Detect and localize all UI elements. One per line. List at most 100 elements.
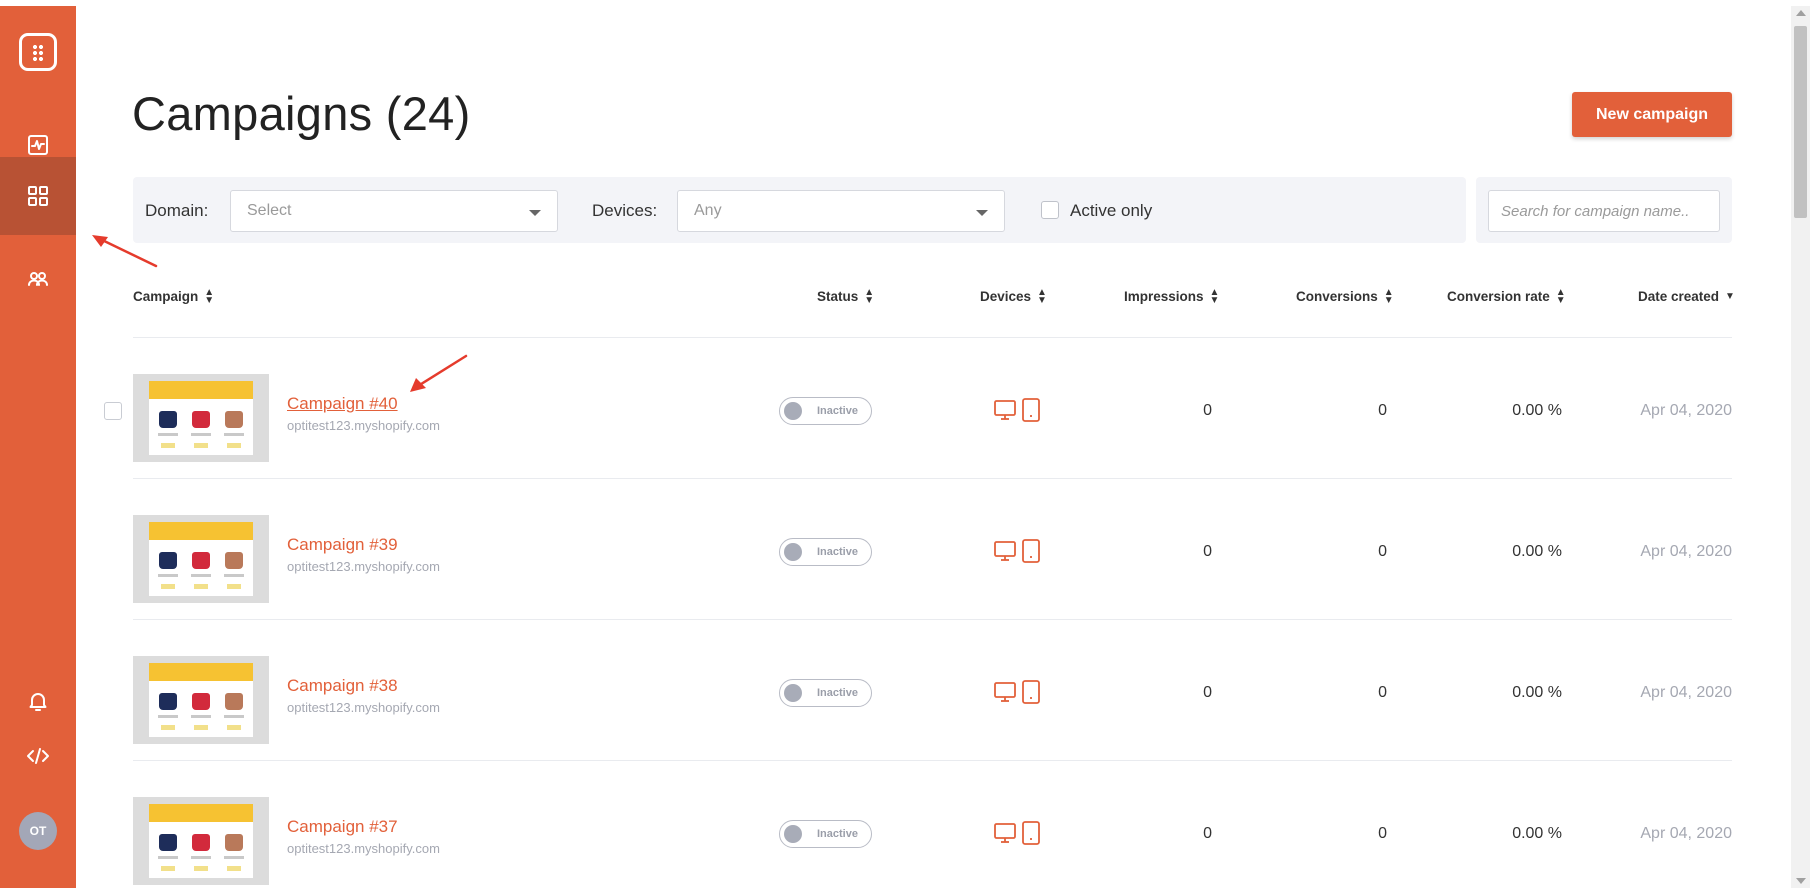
thumbnail-line [158, 856, 178, 859]
column-header-conversions[interactable]: Conversions ▲ ▼ [1296, 287, 1394, 307]
conversion-rate-value: 0.00 % [1512, 825, 1562, 842]
app-logo[interactable] [19, 33, 57, 71]
campaign-thumbnail[interactable] [133, 374, 269, 462]
search-input[interactable] [1488, 190, 1720, 232]
devices-select[interactable]: Any [677, 190, 1005, 232]
thumbnail-preview [149, 804, 253, 878]
scroll-down-arrow-icon[interactable] [1796, 878, 1806, 884]
annotation-arrow [410, 354, 468, 392]
date-created-value: Apr 04, 2020 [1640, 402, 1732, 419]
conversion-rate-value: 0.00 % [1512, 684, 1562, 701]
active-only-label[interactable]: Active only [1070, 201, 1152, 221]
desktop-icon [994, 400, 1016, 420]
chevron-down-icon [976, 210, 988, 216]
column-header-label: Impressions [1124, 289, 1204, 304]
toggle-knob [784, 543, 802, 561]
table-row[interactable]: Campaign #38 optitest123.myshopify.com I… [0, 620, 1810, 761]
toggle-knob [784, 825, 802, 843]
column-header-impressions[interactable]: Impressions ▲ ▼ [1124, 288, 1219, 306]
activity-chart-icon [28, 135, 48, 155]
status-toggle[interactable]: Inactive [779, 397, 872, 425]
thumbnail-preview [149, 663, 253, 737]
annotation-arrow [92, 235, 158, 268]
chevron-down-icon [529, 210, 541, 216]
mobile-icon [1022, 539, 1040, 563]
vertical-scrollbar[interactable] [1791, 6, 1810, 888]
conversions-value: 0 [1378, 402, 1387, 419]
campaign-domain: optitest123.myshopify.com [287, 418, 440, 433]
campaign-name-link[interactable]: Campaign #40 [287, 394, 398, 414]
bag-icon [159, 552, 177, 569]
column-header-label: Conversion rate [1447, 289, 1550, 304]
campaign-name-link[interactable]: Campaign #38 [287, 676, 398, 696]
column-header-devices[interactable]: Devices ▲ ▼ [980, 288, 1047, 306]
status-toggle[interactable]: Inactive [779, 538, 872, 566]
sort-icon: ▲ ▼ [204, 287, 215, 307]
bag-icon [192, 834, 210, 851]
desktop-icon [994, 682, 1016, 702]
scroll-up-arrow-icon[interactable] [1796, 10, 1806, 16]
conversions-value: 0 [1378, 684, 1387, 701]
table-row[interactable]: Campaign #40 optitest123.myshopify.com I… [0, 338, 1810, 479]
campaign-thumbnail[interactable] [133, 797, 269, 885]
column-header-campaign[interactable]: Campaign ▲ ▼ [133, 287, 215, 307]
search-container [1476, 177, 1732, 243]
scrollbar-thumb[interactable] [1794, 26, 1807, 218]
impressions-value: 0 [1203, 684, 1212, 701]
status-toggle[interactable]: Inactive [779, 679, 872, 707]
app-window: OT Campaigns (24) New campaign Domain: S… [0, 0, 1810, 894]
thumbnail-line [224, 433, 244, 436]
domain-filter-label: Domain: [145, 201, 209, 220]
campaign-domain: optitest123.myshopify.com [287, 841, 440, 856]
table-row[interactable]: Campaign #37 optitest123.myshopify.com I… [0, 761, 1810, 894]
desktop-icon [994, 823, 1016, 843]
thumbnail-preview [149, 381, 253, 455]
status-label: Inactive [817, 405, 858, 417]
conversion-rate-value: 0.00 % [1512, 543, 1562, 560]
campaign-thumbnail[interactable] [133, 515, 269, 603]
devices-filter-label: Devices: [592, 201, 658, 220]
status-label: Inactive [817, 828, 858, 840]
logo-dots-icon [32, 44, 44, 62]
thumbnail-banner [149, 663, 253, 681]
bag-icon [225, 552, 243, 569]
campaign-name-link[interactable]: Campaign #37 [287, 817, 398, 837]
toggle-knob [784, 684, 802, 702]
bag-icon [159, 411, 177, 428]
desktop-icon [994, 541, 1016, 561]
thumbnail-button [161, 866, 175, 871]
toggle-knob [784, 402, 802, 420]
campaign-thumbnail[interactable] [133, 656, 269, 744]
thumbnail-banner [149, 522, 253, 540]
sort-icon: ▲ ▼ [1555, 287, 1566, 307]
status-label: Inactive [817, 687, 858, 699]
sidebar-item-users[interactable] [0, 240, 76, 318]
table-row[interactable]: Campaign #39 optitest123.myshopify.com I… [0, 479, 1810, 620]
row-checkbox[interactable] [104, 402, 122, 420]
column-header-label: Campaign [133, 289, 199, 304]
column-header-date-created[interactable]: Date created ▼ [1638, 289, 1735, 304]
date-created-value: Apr 04, 2020 [1640, 825, 1732, 842]
thumbnail-button [227, 725, 241, 730]
thumbnail-button [227, 443, 241, 448]
column-header-conversion-rate[interactable]: Conversion rate ▲ ▼ [1447, 287, 1566, 307]
thumbnail-banner [149, 381, 253, 399]
column-header-status[interactable]: Status ▲ ▼ [817, 288, 874, 306]
new-campaign-button[interactable]: New campaign [1572, 92, 1732, 137]
sort-icon: ▲ ▼ [1383, 287, 1394, 307]
column-header-label: Devices [980, 289, 1032, 304]
thumbnail-button [194, 866, 208, 871]
campaign-domain: optitest123.myshopify.com [287, 559, 440, 574]
filter-bar: Domain: Select Devices: Any Active only [133, 177, 1466, 243]
campaign-name-link[interactable]: Campaign #39 [287, 535, 398, 555]
domain-select[interactable]: Select [230, 190, 558, 232]
column-header-label: Date created [1638, 289, 1720, 304]
active-only-checkbox[interactable] [1041, 201, 1059, 219]
grid-icon [28, 186, 48, 206]
bag-icon [225, 693, 243, 710]
status-toggle[interactable]: Inactive [779, 820, 872, 848]
bag-icon [159, 834, 177, 851]
sidebar-item-campaigns[interactable] [0, 157, 76, 235]
mobile-icon [1022, 398, 1040, 422]
page-title: Campaigns (24) [132, 87, 471, 140]
